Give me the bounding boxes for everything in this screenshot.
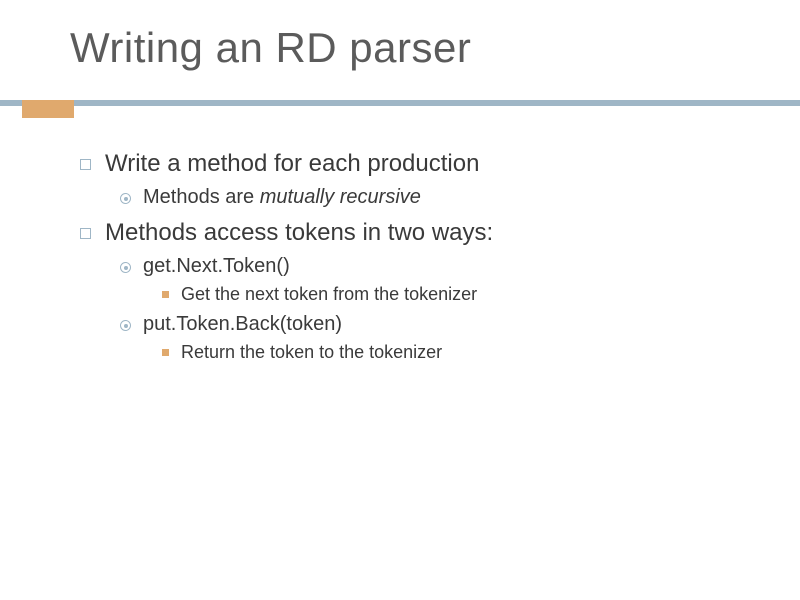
small-square-bullet-icon <box>162 349 169 356</box>
list-item-text: Get the next token from the tokenizer <box>181 284 760 305</box>
text-emphasis: mutually recursive <box>260 186 421 208</box>
slide: Writing an RD parser Write a method for … <box>0 0 800 600</box>
list-item: Return the token to the tokenizer <box>162 342 760 363</box>
list-item: Methods are mutually recursive <box>120 186 760 209</box>
list-item-text: get.Next.Token() <box>143 255 760 278</box>
square-bullet-icon <box>80 228 91 239</box>
circle-bullet-icon <box>120 193 131 204</box>
slide-title: Writing an RD parser <box>70 24 471 72</box>
divider-accent <box>22 100 74 118</box>
list-item-text: put.Token.Back(token) <box>143 313 760 336</box>
list-item: Get the next token from the tokenizer <box>162 284 760 305</box>
list-item-text: Methods access tokens in two ways: <box>105 219 760 247</box>
list-item: get.Next.Token() <box>120 255 760 278</box>
divider-line <box>0 100 800 106</box>
list-item: Write a method for each production <box>80 150 760 178</box>
circle-bullet-icon <box>120 320 131 331</box>
list-item-text: Write a method for each production <box>105 150 760 178</box>
list-item: put.Token.Back(token) <box>120 313 760 336</box>
text-prefix: Methods are <box>143 186 260 208</box>
small-square-bullet-icon <box>162 291 169 298</box>
circle-bullet-icon <box>120 262 131 273</box>
list-item: Methods access tokens in two ways: <box>80 219 760 247</box>
content-area: Write a method for each production Metho… <box>80 140 760 367</box>
list-item-text: Methods are mutually recursive <box>143 186 760 209</box>
square-bullet-icon <box>80 159 91 170</box>
list-item-text: Return the token to the tokenizer <box>181 342 760 363</box>
